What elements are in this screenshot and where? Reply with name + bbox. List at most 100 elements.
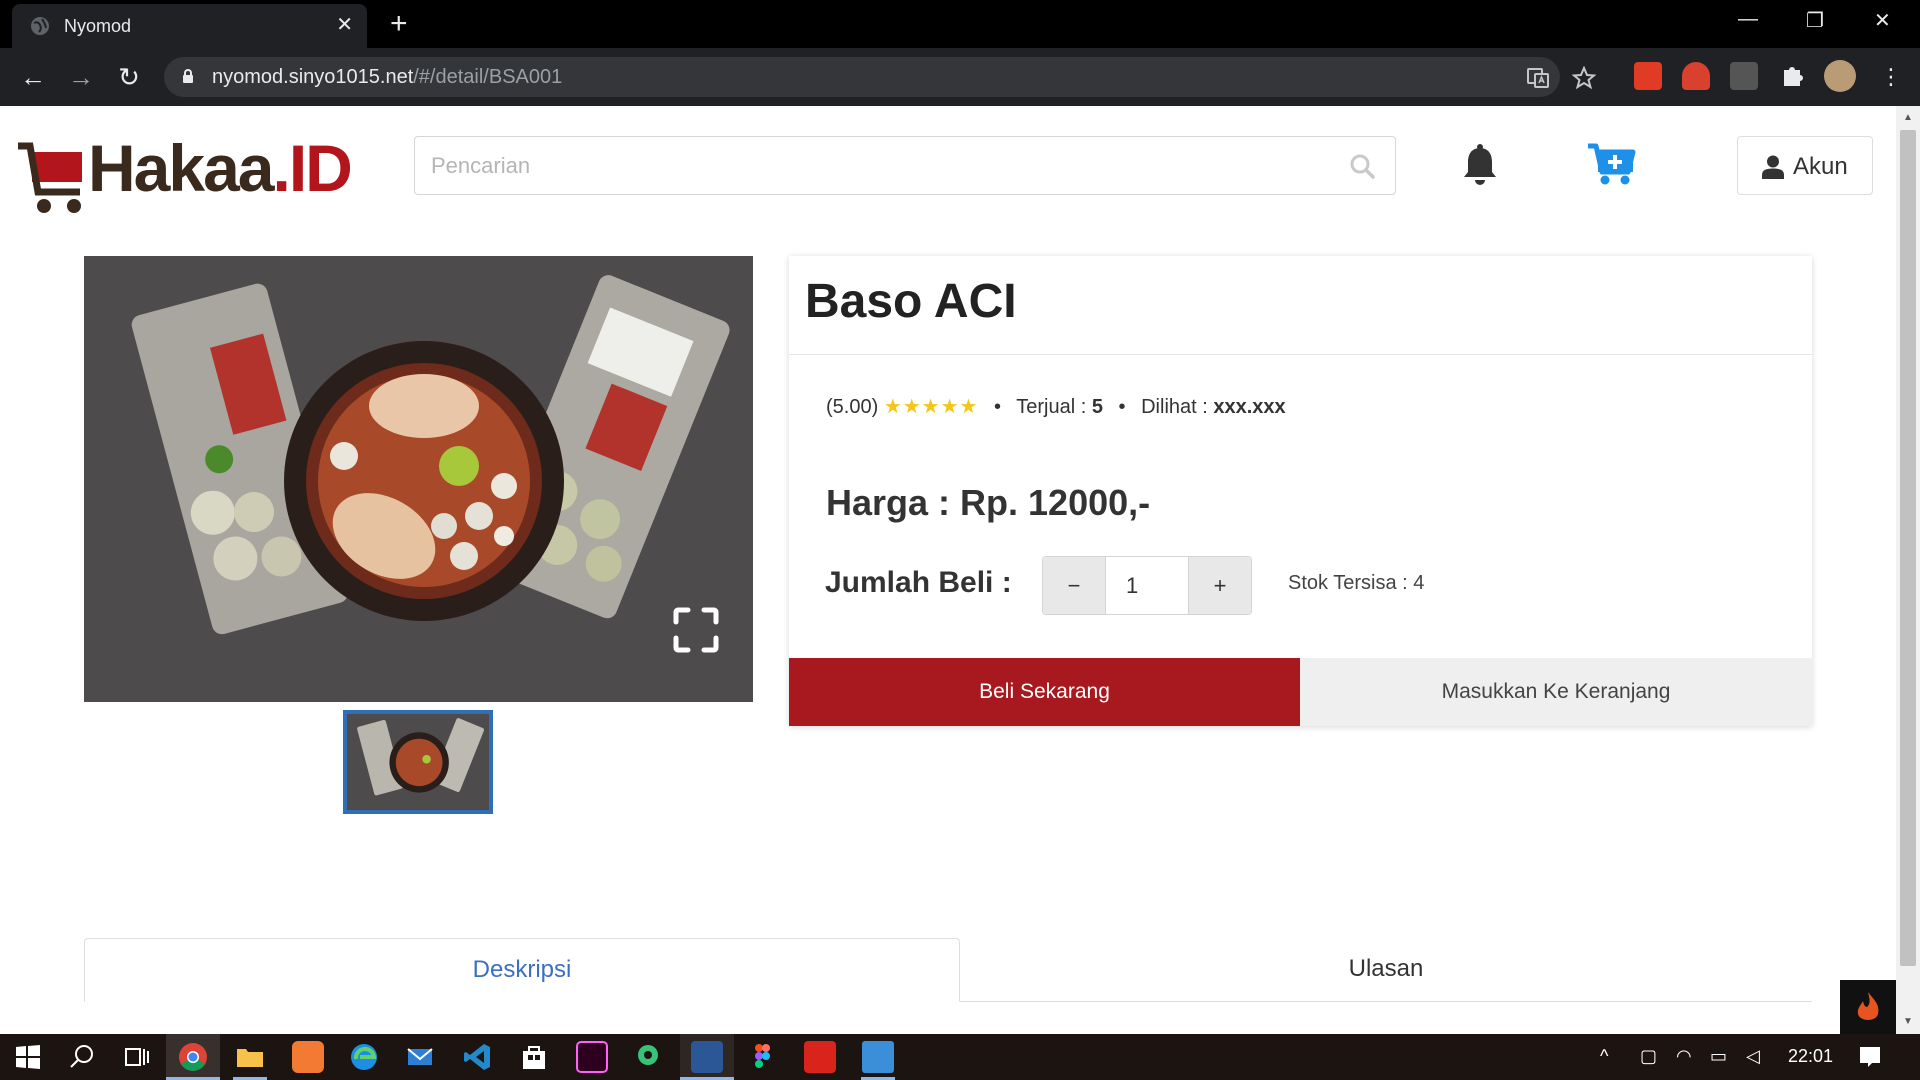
reload-button[interactable]: ↻ bbox=[114, 62, 144, 92]
views-label: Dilihat : bbox=[1141, 396, 1214, 418]
quantity-label: Jumlah Beli : bbox=[825, 566, 1012, 599]
url-text: nyomod.sinyo1015.net/#/detail/BSA001 bbox=[212, 66, 562, 89]
wifi-icon[interactable]: ◠ bbox=[1676, 1046, 1692, 1067]
card-header: Baso ACI bbox=[789, 256, 1812, 355]
buy-now-button[interactable]: Beli Sekarang bbox=[789, 658, 1300, 726]
scroll-thumb[interactable] bbox=[1900, 130, 1916, 966]
windows-icon[interactable] bbox=[12, 1041, 44, 1073]
bell-icon[interactable] bbox=[1460, 144, 1500, 188]
search-taskbar-icon[interactable] bbox=[66, 1041, 98, 1073]
product-tabs: Deskripsi Ulasan bbox=[84, 932, 1812, 1002]
close-tab-icon[interactable]: ✕ bbox=[336, 14, 353, 36]
increase-quantity-button[interactable]: + bbox=[1188, 557, 1251, 614]
cart-plus-icon[interactable] bbox=[1586, 142, 1636, 186]
hakaa-logo[interactable]: Hakaa.ID bbox=[18, 120, 380, 213]
fire-icon bbox=[1857, 992, 1879, 1020]
minimize-button[interactable]: — bbox=[1738, 8, 1758, 31]
close-window-button[interactable]: ✕ bbox=[1874, 8, 1891, 33]
browser-tab-strip: Nyomod ✕ + — ❐ ✕ bbox=[0, 0, 1920, 48]
search-bar bbox=[414, 136, 1396, 195]
product-thumbnail[interactable] bbox=[343, 710, 493, 814]
account-label: Akun bbox=[1793, 153, 1848, 180]
edge-icon[interactable] bbox=[348, 1041, 380, 1073]
quantity-input[interactable] bbox=[1106, 557, 1188, 614]
maps-app-icon[interactable] bbox=[632, 1041, 664, 1073]
scroll-up-arrow[interactable]: ▲ bbox=[1896, 108, 1920, 128]
tab-title: Nyomod bbox=[64, 16, 132, 36]
browser-menu-icon[interactable]: ⋮ bbox=[1876, 62, 1906, 92]
meet-now-icon[interactable]: ▢ bbox=[1640, 1046, 1657, 1067]
lock-icon bbox=[183, 69, 193, 83]
tab-reviews[interactable]: Ulasan bbox=[960, 938, 1812, 1002]
volume-icon[interactable]: ◁ bbox=[1746, 1046, 1760, 1067]
web-page: Hakaa.ID Akun bbox=[0, 106, 1896, 1034]
adobe-xd-icon[interactable] bbox=[576, 1041, 608, 1073]
sold-label: Terjual : bbox=[1016, 396, 1092, 418]
page-scrollbar[interactable]: ▲ ▼ bbox=[1896, 106, 1920, 1034]
file-explorer-icon[interactable] bbox=[234, 1041, 266, 1073]
chrome-icon[interactable] bbox=[177, 1041, 209, 1073]
scroll-down-arrow[interactable]: ▼ bbox=[1896, 1012, 1920, 1032]
taskbar-clock[interactable]: 22:01 bbox=[1788, 1046, 1833, 1067]
views-value: xxx.xxx bbox=[1213, 396, 1286, 418]
product-price: Harga : Rp. 12000,- bbox=[826, 482, 1151, 523]
mail-icon[interactable] bbox=[404, 1041, 436, 1073]
logo-text-ha: Ha bbox=[88, 131, 170, 205]
baso-aci-photo bbox=[84, 256, 753, 702]
product-detail-card: Baso ACI (5.00) ★★★★★ • Terjual : 5 • Di… bbox=[789, 256, 1812, 726]
thumbnail-image bbox=[347, 714, 489, 810]
decrease-quantity-button[interactable]: − bbox=[1043, 557, 1106, 614]
new-tab-button[interactable]: + bbox=[390, 8, 408, 40]
search-input[interactable] bbox=[431, 151, 1331, 181]
url-path: /#/detail/BSA001 bbox=[413, 66, 563, 88]
fire-button[interactable] bbox=[1840, 980, 1896, 1034]
vscode-icon[interactable] bbox=[462, 1041, 494, 1073]
restore-button[interactable]: ❐ bbox=[1806, 8, 1824, 33]
figma-icon[interactable] bbox=[746, 1041, 778, 1073]
browser-tab[interactable]: Nyomod ✕ bbox=[12, 4, 367, 48]
address-bar[interactable]: nyomod.sinyo1015.net/#/detail/BSA001 bbox=[164, 57, 1560, 97]
stock-remaining: Stok Tersisa : 4 bbox=[1288, 572, 1425, 594]
back-button[interactable]: ← bbox=[18, 62, 48, 92]
store-icon[interactable] bbox=[518, 1041, 550, 1073]
logo-text-kaa: kaa bbox=[168, 131, 274, 205]
rating-value: (5.00) bbox=[826, 396, 879, 418]
logo-text-id: .ID bbox=[272, 131, 353, 205]
translate-icon[interactable] bbox=[1526, 66, 1550, 90]
search-icon[interactable] bbox=[1349, 153, 1375, 179]
expand-icon[interactable] bbox=[672, 606, 720, 654]
browser-toolbar: ← → ↻ nyomod.sinyo1015.net/#/detail/BSA0… bbox=[0, 48, 1920, 106]
acrobat-icon[interactable] bbox=[804, 1041, 836, 1073]
extension-icon[interactable] bbox=[1682, 62, 1710, 90]
word-icon[interactable] bbox=[691, 1041, 723, 1073]
photos-icon[interactable] bbox=[862, 1041, 894, 1073]
user-icon bbox=[1762, 155, 1784, 179]
task-view-icon[interactable] bbox=[120, 1041, 152, 1073]
cart-logo-icon bbox=[18, 142, 82, 213]
meta-separator: • bbox=[994, 396, 1002, 418]
profile-avatar[interactable] bbox=[1824, 60, 1856, 92]
url-host: nyomod.sinyo1015.net bbox=[212, 66, 414, 88]
windows-taskbar: ^ ▢ ◠ ▭ ◁ 22:01 bbox=[0, 1034, 1920, 1080]
product-meta: (5.00) ★★★★★ • Terjual : 5 • Dilihat : x… bbox=[826, 394, 1286, 419]
office-extension-icon[interactable] bbox=[1634, 62, 1662, 90]
add-to-cart-button[interactable]: Masukkan Ke Keranjang bbox=[1300, 658, 1812, 726]
battery-icon[interactable]: ▭ bbox=[1710, 1046, 1727, 1067]
extension-x-icon[interactable] bbox=[1730, 62, 1758, 90]
rating-stars: ★★★★★ bbox=[883, 396, 979, 418]
sold-value: 5 bbox=[1091, 396, 1103, 418]
product-title: Baso ACI bbox=[805, 275, 1017, 328]
tray-chevron-icon[interactable]: ^ bbox=[1600, 1046, 1608, 1067]
quantity-stepper: − + bbox=[1042, 556, 1252, 615]
puzzle-icon[interactable] bbox=[1778, 62, 1806, 90]
star-bookmark-icon[interactable] bbox=[1572, 66, 1596, 90]
tab-description[interactable]: Deskripsi bbox=[84, 938, 960, 1002]
account-button[interactable]: Akun bbox=[1737, 136, 1873, 195]
forward-button[interactable]: → bbox=[66, 62, 96, 92]
globe-icon bbox=[31, 17, 49, 35]
logo-text: Hakaa.ID bbox=[88, 130, 353, 206]
product-photo[interactable] bbox=[84, 256, 753, 702]
notification-icon[interactable] bbox=[1854, 1041, 1886, 1073]
meta-separator: • bbox=[1118, 396, 1126, 418]
xampp-icon[interactable] bbox=[292, 1041, 324, 1073]
